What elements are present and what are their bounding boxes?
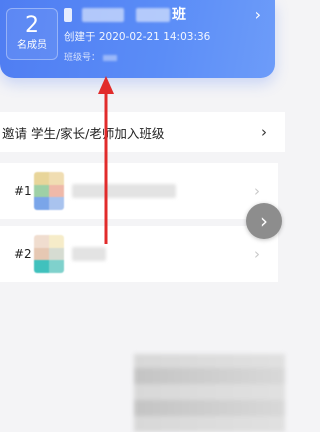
class-name-blurred xyxy=(64,8,72,22)
avatar xyxy=(34,235,64,273)
member-count-label: 名成员 xyxy=(17,40,47,51)
class-code-label: 班级号： xyxy=(64,53,101,63)
member-index: #1 xyxy=(14,184,32,198)
chevron-right-icon: › xyxy=(254,245,260,263)
annotation-arrowhead xyxy=(98,76,114,94)
class-name-suffix: 班 xyxy=(172,7,186,23)
member-index: #2 xyxy=(14,247,32,261)
chevron-right-icon: › xyxy=(260,209,268,233)
class-code: 班级号： xyxy=(64,52,117,64)
class-card[interactable]: 2 名成员 班 创建于 2020-02-21 14:03:36 班级号： › xyxy=(0,0,275,78)
class-name: 班 xyxy=(64,5,186,25)
member-row-1[interactable]: #1 › xyxy=(0,163,278,219)
member-name-redacted xyxy=(72,184,176,198)
redacted-mosaic xyxy=(134,354,285,432)
class-name-redacted xyxy=(136,8,170,22)
member-count: 2 xyxy=(25,13,39,38)
floating-next-button[interactable]: › xyxy=(246,203,282,239)
member-count-box: 2 名成员 xyxy=(6,8,58,60)
member-row-2[interactable]: #2 › xyxy=(0,226,278,282)
chevron-right-icon[interactable]: › xyxy=(255,6,261,24)
class-created-time: 创建于 2020-02-21 14:03:36 xyxy=(64,31,211,43)
class-code-redacted xyxy=(102,54,117,61)
member-name-redacted xyxy=(72,247,106,261)
class-name-redacted xyxy=(82,8,124,22)
invite-text: 邀请 学生/家长/老师加入班级 xyxy=(2,125,165,141)
chevron-right-icon: › xyxy=(261,123,267,141)
chevron-right-icon: › xyxy=(254,182,260,200)
avatar xyxy=(34,172,64,210)
invite-row[interactable]: 邀请 学生/家长/老师加入班级 › xyxy=(0,112,285,152)
